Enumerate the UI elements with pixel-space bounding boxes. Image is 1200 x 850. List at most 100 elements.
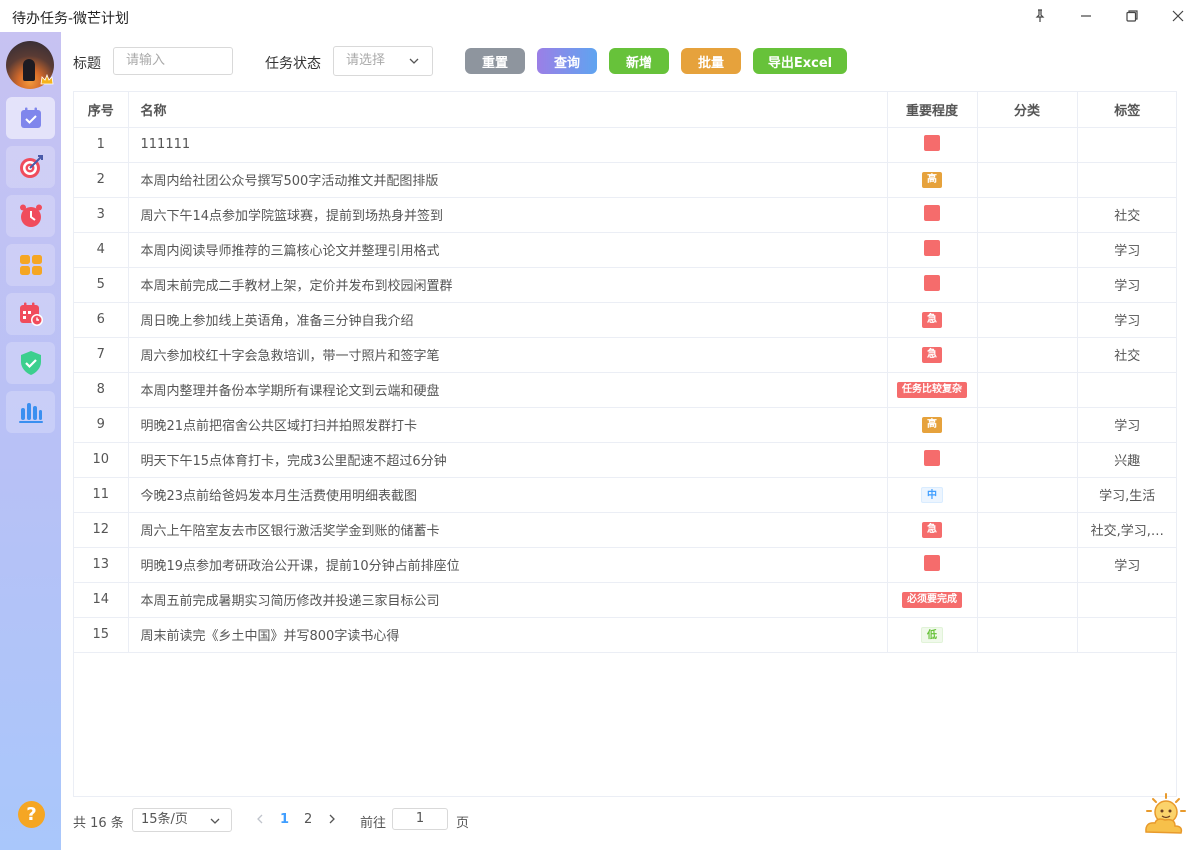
cell-importance: 必须要完成: [887, 582, 978, 618]
chevron-down-icon: [409, 58, 419, 64]
cell-name: 周日晚上参加线上英语角，准备三分钟自我介绍: [128, 302, 888, 338]
cell-name: 今晚23点前给爸妈发本月生活费使用明细表截图: [128, 477, 888, 513]
batch-button[interactable]: 批量: [681, 48, 741, 74]
header-name[interactable]: 名称: [128, 92, 888, 128]
table-row[interactable]: 9 明晚21点前把宿舍公共区域打扫并拍照发群打卡 高 学习: [74, 407, 1177, 443]
cell-importance: 高: [887, 407, 978, 443]
cell-index: 10: [74, 442, 129, 478]
query-button[interactable]: 查询: [537, 48, 597, 74]
title-filter-label: 标题: [73, 56, 101, 72]
cell-name: 本周内给社团公众号撰写500字活动推文并配图排版: [128, 162, 888, 198]
status-select[interactable]: 请选择: [333, 46, 433, 76]
alarm-clock-icon[interactable]: [6, 195, 55, 237]
cell-tags: 兴趣: [1077, 442, 1177, 478]
table-row[interactable]: 10 明天下午15点体育打卡，完成3公里配速不超过6分钟 兴趣: [74, 442, 1177, 478]
cell-category: [977, 232, 1078, 268]
add-button[interactable]: 新增: [609, 48, 669, 74]
cell-category: [977, 372, 1078, 408]
cell-tags: 学习: [1077, 232, 1177, 268]
cell-index: 2: [74, 162, 129, 198]
importance-tag: [924, 274, 940, 291]
window-title: 待办任务-微芒计划: [12, 11, 130, 27]
goto-label: 前往: [360, 816, 387, 831]
cell-tags: 社交,学习,…: [1077, 512, 1177, 548]
maximize-icon[interactable]: [1109, 0, 1155, 32]
sun-mascot-icon[interactable]: [1141, 792, 1191, 838]
table-row[interactable]: 8 本周内整理并备份本学期所有课程论文到云端和硬盘 任务比较复杂: [74, 372, 1177, 408]
cell-index: 12: [74, 512, 129, 548]
table-row[interactable]: 12 周六上午陪室友去市区银行激活奖学金到账的储蓄卡 急 社交,学习,…: [74, 512, 1177, 548]
calendar-check-icon[interactable]: [6, 97, 55, 139]
cell-importance: 急: [887, 512, 978, 548]
cell-tags: [1077, 127, 1177, 163]
cell-name: 周六参加校红十字会急救培训，带一寸照片和签字笔: [128, 337, 888, 373]
total-count: 共 16 条: [73, 816, 124, 831]
avatar-figure: [23, 59, 35, 81]
page-size-select[interactable]: 15条/页: [132, 808, 232, 832]
next-page-icon[interactable]: [327, 813, 337, 825]
cell-tags: 社交: [1077, 197, 1177, 233]
cell-importance: [887, 267, 978, 303]
cell-category: [977, 127, 1078, 163]
target-icon[interactable]: [6, 146, 55, 188]
grid-icon[interactable]: [6, 244, 55, 286]
importance-tag: 任务比较复杂: [897, 382, 967, 398]
cell-importance: [887, 547, 978, 583]
cell-index: 13: [74, 547, 129, 583]
crown-icon: [40, 74, 54, 85]
table-row[interactable]: 5 本周末前完成二手教材上架，定价并发布到校园闲置群 学习: [74, 267, 1177, 303]
cell-category: [977, 337, 1078, 373]
table-row[interactable]: 3 周六下午14点参加学院篮球赛，提前到场热身并签到 社交: [74, 197, 1177, 233]
cell-index: 5: [74, 267, 129, 303]
header-tags[interactable]: 标签: [1077, 92, 1177, 128]
table-row[interactable]: 2 本周内给社团公众号撰写500字活动推文并配图排版 高: [74, 162, 1177, 198]
table-header-row: 序号 名称 重要程度 分类 标签: [74, 92, 1177, 128]
cell-tags: 学习: [1077, 547, 1177, 583]
calendar-clock-icon[interactable]: [6, 293, 55, 335]
cell-tags: [1077, 162, 1177, 198]
question-icon[interactable]: ?: [18, 801, 45, 828]
page-size-value: 15条/页: [141, 812, 188, 827]
export-excel-button[interactable]: 导出Excel: [753, 48, 847, 74]
table-row[interactable]: 15 周末前读完《乡土中国》并写800字读书心得 低: [74, 617, 1177, 653]
minimize-icon[interactable]: [1063, 0, 1109, 32]
cell-category: [977, 512, 1078, 548]
page-1[interactable]: 1: [280, 812, 289, 827]
importance-tag: 中: [921, 486, 943, 503]
table-row[interactable]: 13 明晚19点参加考研政治公开课，提前10分钟占前排座位 学习: [74, 547, 1177, 583]
goto-page-input[interactable]: 1: [392, 808, 448, 830]
shield-check-icon[interactable]: [6, 342, 55, 384]
header-category[interactable]: 分类: [977, 92, 1078, 128]
table-row[interactable]: 11 今晚23点前给爸妈发本月生活费使用明细表截图 中 学习,生活: [74, 477, 1177, 513]
reset-button[interactable]: 重置: [465, 48, 525, 74]
pin-icon[interactable]: [1017, 0, 1063, 32]
bar-chart-icon[interactable]: [6, 391, 55, 433]
table-row[interactable]: 7 周六参加校红十字会急救培训，带一寸照片和签字笔 急 社交: [74, 337, 1177, 373]
cell-name: 明晚19点参加考研政治公开课，提前10分钟占前排座位: [128, 547, 888, 583]
cell-category: [977, 547, 1078, 583]
cell-category: [977, 162, 1078, 198]
prev-page-icon[interactable]: [255, 813, 265, 825]
cell-importance: 高: [887, 162, 978, 198]
cell-tags: 学习: [1077, 267, 1177, 303]
table-row[interactable]: 1 111111: [74, 127, 1177, 163]
cell-index: 14: [74, 582, 129, 618]
cell-index: 3: [74, 197, 129, 233]
cell-importance: [887, 442, 978, 478]
table-row[interactable]: 6 周日晚上参加线上英语角，准备三分钟自我介绍 急 学习: [74, 302, 1177, 338]
page-2[interactable]: 2: [304, 812, 312, 827]
cell-importance: 急: [887, 337, 978, 373]
cell-category: [977, 477, 1078, 513]
table-row[interactable]: 4 本周内阅读导师推荐的三篇核心论文并整理引用格式 学习: [74, 232, 1177, 268]
header-index[interactable]: 序号: [74, 92, 129, 128]
table-row[interactable]: 14 本周五前完成暑期实习简历修改并投递三家目标公司 必须要完成: [74, 582, 1177, 618]
header-importance[interactable]: 重要程度: [887, 92, 978, 128]
importance-tag: 低: [921, 626, 943, 643]
title-input[interactable]: 请输入: [113, 47, 233, 75]
task-table: 序号 名称 重要程度 分类 标签 1 111111 2 本周内给社团公众号撰写500字…: [73, 91, 1177, 797]
cell-importance: 中: [887, 477, 978, 513]
cell-name: 本周末前完成二手教材上架，定价并发布到校园闲置群: [128, 267, 888, 303]
close-icon[interactable]: [1155, 0, 1200, 32]
cell-name: 周六上午陪室友去市区银行激活奖学金到账的储蓄卡: [128, 512, 888, 548]
cell-name: 周六下午14点参加学院篮球赛，提前到场热身并签到: [128, 197, 888, 233]
